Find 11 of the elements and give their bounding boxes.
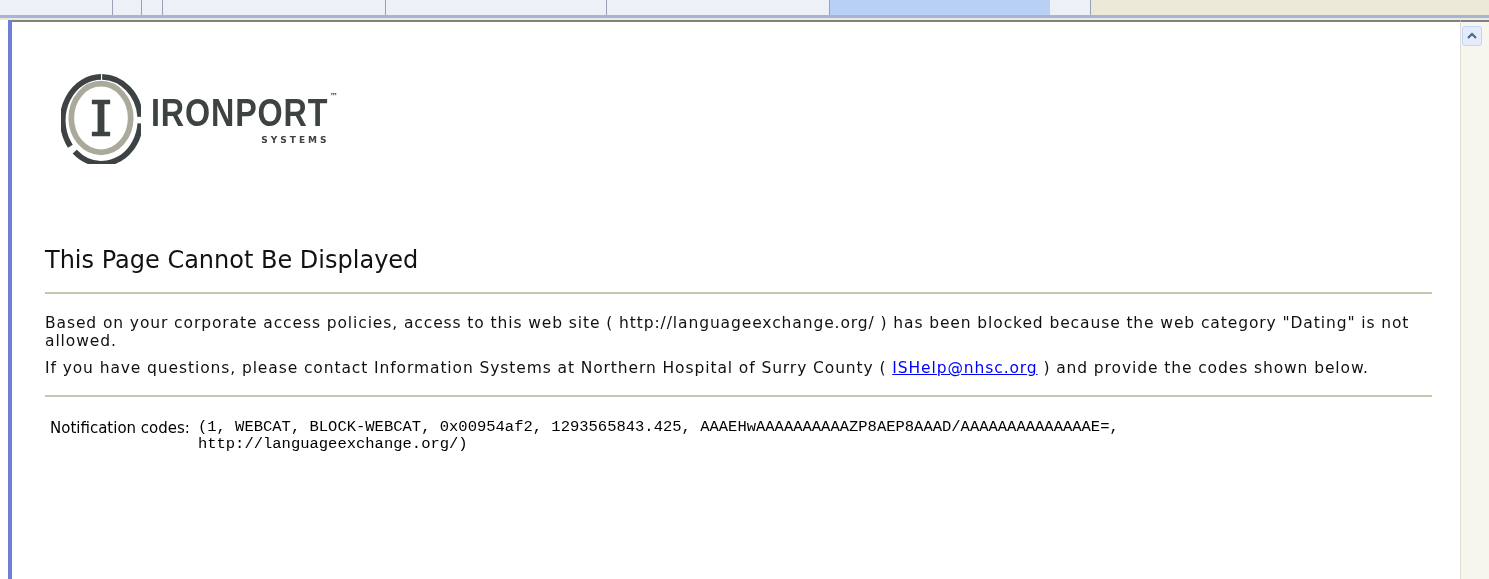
block-message: Based on your corporate access policies, access to this web site ( http://languageexchange.org/ ) has been blocked because the web category "Dating" is not allowed. (45, 314, 1411, 350)
email-link[interactable]: ISHelp@nhsc.org (892, 359, 1038, 377)
notification-label: Notification codes: (50, 419, 190, 439)
brand-subtitle: SYSTEMS (261, 134, 330, 145)
contact-message: If you have questions, please contact Information Systems at Northern Hospital of Surry County ( ISHelp@nhsc.org ) and provide the codes shown below. (45, 359, 1370, 377)
brand-name: IRONPORT (151, 91, 329, 135)
scroll-up-button[interactable] (1462, 26, 1482, 46)
notification-codes: (1, WEBCAT, BLOCK-WEBCAT, 0x00954af2, 1293565843.425, AAAEHwAAAAAAAAAAZP8AEP8AAAD/AAAAAAAAAAAAAAE=, http://languageexchange.org/) (197, 419, 1120, 453)
trademark-symbol: ™ (329, 91, 338, 101)
logo-circle-icon (61, 72, 141, 164)
page-heading: This Page Cannot Be Displayed (45, 246, 420, 274)
